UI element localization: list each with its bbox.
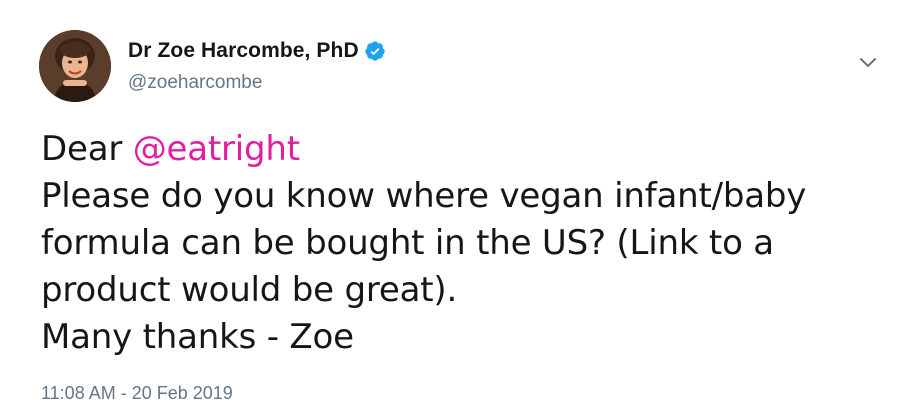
tweet-line-5: Many thanks - Zoe [41,317,354,357]
display-name[interactable]: Dr Zoe Harcombe, PhD [128,39,359,63]
tweet-line-2: Please do you know where vegan infant/ba… [41,176,807,216]
avatar[interactable] [39,30,111,102]
tweet-line-4: product would be great). [41,270,458,310]
author-name-row[interactable]: Dr Zoe Harcombe, PhD [128,38,386,64]
tweet-card: Dr Zoe Harcombe, PhD @zoeharcombe Dear @… [0,0,907,418]
tweet-text: Dear @eatright Please do you know where … [41,126,891,361]
greeting-text: Dear [41,129,133,169]
profile-photo-icon [39,30,111,102]
author-handle[interactable]: @zoeharcombe [128,72,262,94]
verified-badge-icon [364,40,386,62]
tweet-line-3: formula can be bought in the US? (Link t… [41,223,774,263]
chevron-down-icon[interactable] [858,56,878,70]
tweet-line-1: Dear @eatright [41,126,891,173]
mention-link[interactable]: @eatright [133,129,300,169]
tweet-timestamp[interactable]: 11:08 AM - 20 Feb 2019 [41,383,233,404]
